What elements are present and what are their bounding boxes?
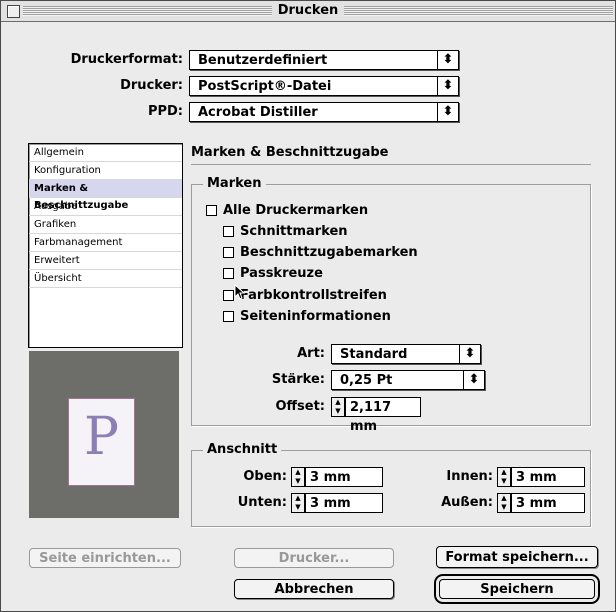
preview-letter: P bbox=[84, 407, 119, 467]
checkbox-label: Schnittmarken bbox=[240, 224, 348, 239]
checkbox-beschnittzugabemarken[interactable]: Beschnittzugabemarken bbox=[223, 244, 443, 262]
art-value: Standard bbox=[340, 347, 408, 362]
staerke-value: 0,25 Pt bbox=[340, 373, 393, 388]
ppd-label: PPD: bbox=[147, 104, 183, 119]
ppd-popup[interactable]: Acrobat Distiller ⬍ bbox=[189, 102, 459, 122]
sidebar-item-farbmanagement[interactable]: Farbmanagement bbox=[29, 234, 182, 252]
sidebar-item-uebersicht[interactable]: Übersicht bbox=[29, 270, 182, 288]
up-down-arrows-icon: ⬍ bbox=[437, 51, 458, 69]
format-speichern-button[interactable]: Format speichern... bbox=[436, 546, 598, 568]
aussen-field[interactable]: 3 mm bbox=[511, 493, 585, 513]
art-label: Art: bbox=[297, 346, 325, 361]
checkbox-box[interactable] bbox=[223, 226, 234, 237]
offset-field[interactable]: 2,117 mm bbox=[345, 397, 421, 434]
marken-group-title: Marken bbox=[203, 176, 266, 192]
abbrechen-button[interactable]: Abbrechen bbox=[234, 579, 394, 599]
art-popup[interactable]: Standard ⬍ bbox=[331, 344, 481, 364]
unten-stepper-icon[interactable]: ▲ ▼ bbox=[291, 493, 305, 513]
checkbox-box[interactable] bbox=[223, 311, 234, 322]
checkbox-seiteninformationen[interactable]: Seiteninformationen bbox=[223, 308, 443, 326]
oben-label: Oben: bbox=[243, 469, 287, 484]
checkbox-box[interactable] bbox=[223, 290, 234, 301]
title-bar[interactable]: Drucken bbox=[1, 1, 615, 22]
up-down-arrows-icon: ⬍ bbox=[437, 103, 458, 121]
offset-stepper-icon[interactable]: ▲ ▼ bbox=[331, 397, 345, 417]
anschnitt-group-title: Anschnitt bbox=[203, 442, 282, 458]
checkbox-box[interactable] bbox=[223, 247, 234, 258]
drucker-popup[interactable]: PostScript®-Datei ⬍ bbox=[189, 76, 459, 96]
checkbox-label: Farbkontrollstreifen bbox=[240, 288, 387, 303]
oben-stepper-icon[interactable]: ▲ ▼ bbox=[291, 467, 305, 487]
checkbox-label: Alle Druckermarken bbox=[223, 203, 369, 218]
sidebar-item-konfiguration[interactable]: Konfiguration bbox=[29, 162, 182, 180]
up-down-arrows-icon: ⬍ bbox=[459, 345, 480, 363]
up-down-arrows-icon: ⬍ bbox=[437, 77, 458, 95]
sidebar-item-erweitert[interactable]: Erweitert bbox=[29, 252, 182, 270]
druckerformat-popup[interactable]: Benutzerdefiniert ⬍ bbox=[189, 50, 459, 70]
staerke-popup[interactable]: 0,25 Pt ⬍ bbox=[331, 370, 485, 390]
checkbox-label: Seiteninformationen bbox=[240, 309, 391, 324]
offset-label: Offset: bbox=[275, 399, 325, 414]
checkbox-box[interactable] bbox=[206, 205, 217, 216]
druckerformat-value: Benutzerdefiniert bbox=[198, 53, 328, 68]
anschnitt-group bbox=[191, 450, 591, 527]
checkbox-farbkontrollstreifen[interactable]: Farbkontrollstreifen bbox=[223, 287, 423, 305]
staerke-label: Stärke: bbox=[271, 372, 325, 387]
innen-stepper-icon[interactable]: ▲ ▼ bbox=[497, 467, 511, 487]
heading-divider bbox=[191, 164, 591, 165]
checkbox-schnittmarken[interactable]: Schnittmarken bbox=[223, 223, 423, 241]
ppd-value: Acrobat Distiller bbox=[198, 105, 318, 120]
sidebar-item-grafiken[interactable]: Grafiken bbox=[29, 216, 182, 234]
checkbox-passkreuze[interactable]: Passkreuze bbox=[223, 265, 423, 283]
panel-heading: Marken & Beschnittzugabe bbox=[191, 145, 389, 160]
drucker-button[interactable]: Drucker... bbox=[234, 548, 394, 568]
unten-label: Unten: bbox=[237, 495, 287, 510]
seite-einrichten-button[interactable]: Seite einrichten... bbox=[29, 548, 181, 568]
checkbox-label: Passkreuze bbox=[240, 266, 323, 281]
window-title-container: Drucken bbox=[1, 2, 615, 20]
category-list[interactable]: Allgemein Konfiguration Marken & Beschni… bbox=[28, 143, 183, 348]
checkbox-alle-druckermarken[interactable]: Alle Druckermarken bbox=[206, 202, 406, 220]
checkbox-label: Beschnittzugabemarken bbox=[240, 245, 418, 260]
aussen-stepper-icon[interactable]: ▲ ▼ bbox=[497, 493, 511, 513]
sidebar-item-allgemein[interactable]: Allgemein bbox=[29, 144, 182, 162]
up-down-arrows-icon: ⬍ bbox=[463, 371, 484, 389]
page-preview: P bbox=[29, 351, 179, 518]
print-dialog-window: Drucken Druckerformat: Benutzerdefiniert… bbox=[0, 0, 616, 612]
preview-page: P bbox=[68, 398, 135, 486]
speichern-button[interactable]: Speichern bbox=[439, 579, 595, 599]
window-title: Drucken bbox=[271, 3, 345, 18]
innen-label: Innen: bbox=[446, 469, 493, 484]
mouse-pointer-icon bbox=[234, 284, 246, 300]
sidebar-item-marken-beschnittzugabe[interactable]: Marken & Beschnittzugabe bbox=[29, 180, 182, 211]
druckerformat-label: Druckerformat: bbox=[70, 52, 183, 67]
checkbox-box[interactable] bbox=[223, 268, 234, 279]
aussen-label: Außen: bbox=[441, 495, 493, 510]
innen-field[interactable]: 3 mm bbox=[511, 467, 585, 487]
drucker-value: PostScript®-Datei bbox=[198, 79, 332, 94]
oben-field[interactable]: 3 mm bbox=[305, 467, 383, 487]
drucker-label: Drucker: bbox=[120, 78, 183, 93]
unten-field[interactable]: 3 mm bbox=[305, 493, 383, 513]
